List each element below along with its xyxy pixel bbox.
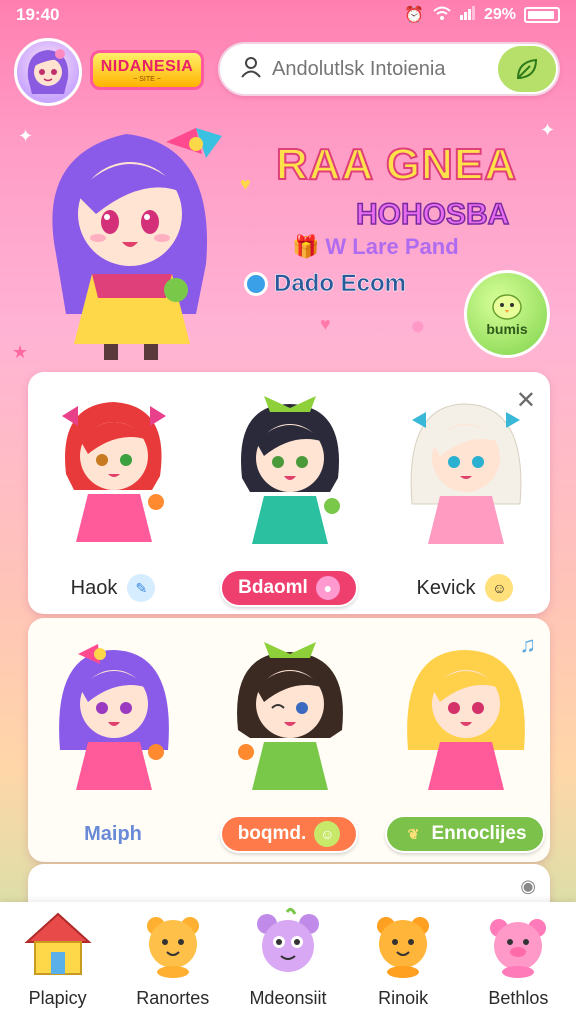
avatar-girl-icon xyxy=(27,49,69,94)
app-logo-subtext: ~ SITE ~ xyxy=(133,75,161,83)
nav-item-favorites[interactable]: Ranortes xyxy=(117,902,229,1009)
battery-icon xyxy=(524,7,560,23)
smiley-icon[interactable]: ☺ xyxy=(485,574,514,602)
character-name-plain: Maiph xyxy=(28,814,198,854)
hero-cta[interactable]: Dado Ecom xyxy=(244,270,406,298)
bottom-navigation: Plapicy Ranortes Mdeonsiit Rinoik Bethlo… xyxy=(0,902,576,1024)
heart-badge-icon xyxy=(244,272,268,296)
nav-item-bethlos[interactable]: Bethlos xyxy=(462,902,574,1009)
brown-hair-character xyxy=(237,642,343,790)
app-header: NIDANESIA ~ SITE ~ xyxy=(0,30,576,114)
search-bar[interactable] xyxy=(218,42,560,96)
battery-percent: 29% xyxy=(483,6,516,23)
app-logo-text: NIDANESIA xyxy=(100,57,194,75)
nav-label: Ranortes xyxy=(136,988,210,1008)
hero-apple-badge[interactable]: bumis xyxy=(464,270,550,358)
character-card[interactable]: ❦ Ennoclijes xyxy=(380,618,550,858)
hero-badge-label: bumis xyxy=(486,321,528,337)
black-hair-character xyxy=(241,396,340,544)
monster-icon xyxy=(256,908,319,972)
house-icon xyxy=(23,912,92,975)
search-button[interactable] xyxy=(498,46,556,92)
purple-hair-character xyxy=(59,644,169,790)
character-card[interactable]: Haok ✎ xyxy=(28,372,198,612)
character-name-pill: ❦ Ennoclijes xyxy=(380,814,550,854)
sparkle-icon: ✦ xyxy=(540,120,556,140)
red-hair-character xyxy=(62,402,166,542)
wifi-icon xyxy=(432,5,452,26)
camera-icon[interactable]: ◉ xyxy=(520,876,536,897)
signal-icon xyxy=(459,5,476,25)
character-card[interactable]: Maiph xyxy=(28,618,198,858)
character-name-pill: boqmd. ☺ xyxy=(204,814,374,854)
heart-icon: ♥ xyxy=(320,314,331,334)
chick-icon xyxy=(492,294,522,320)
leaf-icon xyxy=(516,58,538,79)
hero-character-illustration xyxy=(52,128,222,360)
blonde-hair-character xyxy=(407,650,525,790)
character-card-row: ✕ Haok ✎ Bdaoml ● Kevick ☺ xyxy=(28,372,550,614)
hero-tagline-text: W Lare Pand xyxy=(325,234,459,259)
character-name: Maiph xyxy=(84,822,142,845)
alarm-icon: ⏰ xyxy=(404,7,424,24)
smiley-icon: ☺ xyxy=(314,821,341,847)
hero-cta-text: Dado Ecom xyxy=(274,270,407,298)
heart-icon: ♥ xyxy=(240,174,251,194)
nav-label: Bethlos xyxy=(488,988,549,1008)
character-name-pill: Bdaoml ● xyxy=(204,568,374,608)
hero-tagline: 🎁 W Lare Pand xyxy=(292,234,459,260)
nav-item-home[interactable]: Plapicy xyxy=(2,902,114,1009)
character-name: Kevick xyxy=(416,576,476,599)
character-name: Ennoclijes xyxy=(431,823,527,844)
nav-item-pink[interactable]: Rinoik xyxy=(347,902,459,1009)
character-name-plain: Haok ✎ xyxy=(28,568,198,608)
person-icon xyxy=(240,56,262,83)
leaf-icon: ❦ xyxy=(407,825,420,842)
character-card[interactable]: Kevick ☺ xyxy=(380,372,550,612)
nav-item-monsters[interactable]: Mdeonsiit xyxy=(232,902,344,1009)
character-card-row: ♫ Maiph boqmd. ☺ ❦ Ennoclijes xyxy=(28,618,550,862)
app-logo[interactable]: NIDANESIA ~ SITE ~ xyxy=(90,50,204,90)
pencil-icon[interactable]: ✎ xyxy=(127,574,156,602)
character-card[interactable]: Bdaoml ● xyxy=(204,372,374,612)
bear-icon xyxy=(146,917,199,978)
search-input[interactable] xyxy=(272,57,502,81)
hero-title: RAA GNEA xyxy=(275,139,518,190)
nav-label: Mdeonsiit xyxy=(249,988,327,1008)
character-name: Haok xyxy=(70,576,118,599)
nav-label: Plapicy xyxy=(28,988,87,1008)
profile-avatar[interactable] xyxy=(14,38,82,106)
character-name-pill-button[interactable]: Bdaoml ● xyxy=(220,569,358,607)
character-name-pill-button[interactable]: boqmd. ☺ xyxy=(219,815,359,853)
hero-subtitle: HOHOSBA xyxy=(355,197,510,232)
character-card[interactable]: boqmd. ☺ xyxy=(204,618,374,858)
white-hair-character xyxy=(410,403,522,544)
status-icons: ⏰ 29% xyxy=(404,5,560,26)
character-name: Bdaoml xyxy=(238,577,308,598)
character-name: boqmd. xyxy=(237,823,307,844)
gift-icon: 🎁 xyxy=(292,234,320,259)
character-name-plain: Kevick ☺ xyxy=(380,568,550,608)
bear-icon xyxy=(377,917,430,978)
hero-banner[interactable]: ✦ ✦ ♥ ♥ ● ★ RAA GNEA HOHOSBA 🎁 W Lare Pa… xyxy=(0,114,576,372)
status-time: 19:40 xyxy=(16,5,60,24)
blob-icon: ● xyxy=(315,576,340,600)
bubble-icon: ● xyxy=(410,310,426,340)
status-bar: 19:40 ⏰ 29% xyxy=(0,0,576,30)
nav-label: Rinoik xyxy=(378,988,429,1008)
character-name-pill-button[interactable]: ❦ Ennoclijes xyxy=(385,815,545,853)
pig-icon xyxy=(490,919,547,978)
